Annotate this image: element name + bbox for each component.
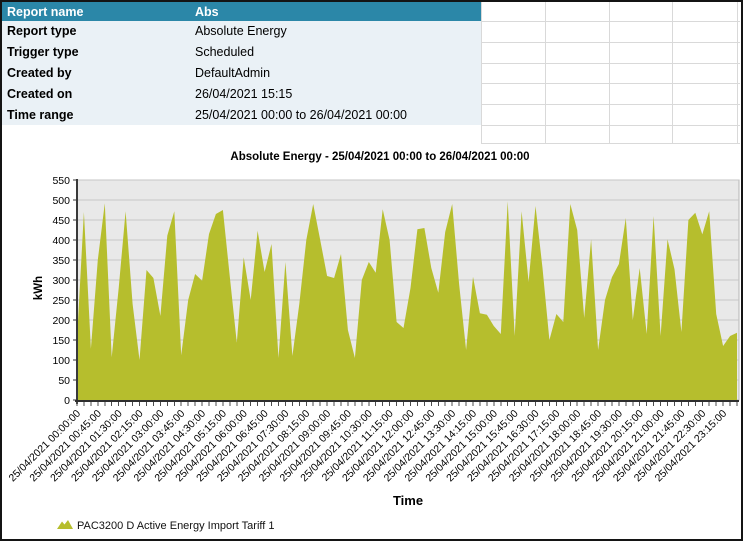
y-tick-label: 150 [52,335,70,347]
y-tick-label: 400 [52,235,70,247]
report-meta-row[interactable]: Trigger type Scheduled [2,42,481,63]
created-on-value: 26/04/2021 15:15 [195,83,292,104]
y-tick-label: 450 [52,215,70,227]
report-type-value: Absolute Energy [195,21,287,42]
created-by-value: DefaultAdmin [195,63,270,84]
y-axis-title: kWh [33,276,45,300]
absolute-energy-area-chart[interactable]: 05010015020025030035040045050055025/04/2… [2,146,741,539]
grid-vline [737,2,738,143]
report-name-label: Report name [7,2,83,21]
grid-vline [609,2,610,143]
grid-hline [481,63,740,64]
report-name-value: Abs [195,2,219,21]
y-tick-label: 100 [52,355,70,367]
y-tick-label: 0 [64,395,70,407]
grid-hline [481,21,740,22]
trigger-type-value: Scheduled [195,42,254,63]
x-axis-title: Time [393,493,423,508]
created-by-label: Created by [7,63,72,84]
trigger-type-label: Trigger type [7,42,79,63]
y-tick-label: 200 [52,315,70,327]
y-tick-label: 250 [52,295,70,307]
grid-hline [481,104,740,105]
grid-hline [481,83,740,84]
y-tick-label: 50 [58,375,70,387]
created-on-label: Created on [7,83,72,104]
time-range-value: 25/04/2021 00:00 to 26/04/2021 00:00 [195,104,407,125]
report-meta-row[interactable]: Created by DefaultAdmin [2,63,481,84]
grid-vline [481,2,482,143]
report-meta-row[interactable]: Created on 26/04/2021 15:15 [2,83,481,104]
grid-hline [481,42,740,43]
grid-hline [481,125,740,126]
report-meta-row[interactable]: Report type Absolute Energy [2,21,481,42]
grid-vline [545,2,546,143]
chart-title: Absolute Energy - 25/04/2021 00:00 to 26… [230,151,529,163]
report-meta-header-row[interactable]: Report name Abs [2,2,481,22]
legend-label: PAC3200 D Active Energy Import Tariff 1 [77,520,274,532]
grid-vline [672,2,673,143]
y-tick-label: 300 [52,275,70,287]
time-range-label: Time range [7,104,73,125]
grid-hline [481,143,740,144]
report-meta-row[interactable]: Time range 25/04/2021 00:00 to 26/04/202… [2,104,481,125]
legend-area-icon [57,520,73,529]
report-type-label: Report type [7,21,76,42]
y-tick-label: 550 [52,175,70,187]
energy-report-window: Report name Abs Report type Absolute Ene… [0,0,743,541]
y-tick-label: 350 [52,255,70,267]
y-tick-label: 500 [52,195,70,207]
